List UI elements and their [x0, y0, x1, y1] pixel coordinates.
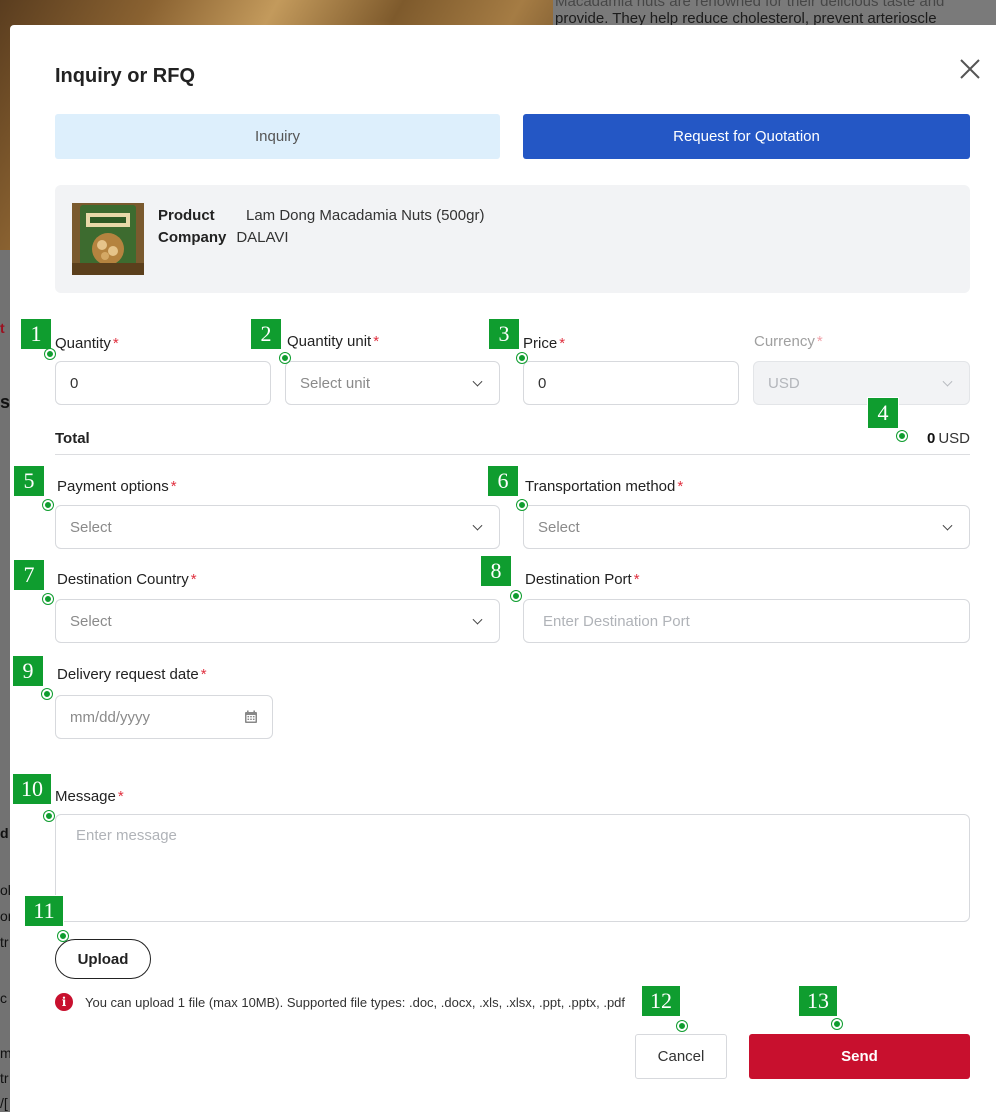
annotation-dot — [42, 689, 52, 699]
chevron-down-icon — [472, 520, 483, 531]
upload-button[interactable]: Upload — [55, 939, 151, 979]
annotation-dot — [43, 594, 53, 604]
quantity-input[interactable]: 0 — [55, 361, 271, 405]
annotation-dot — [511, 591, 521, 601]
product-thumbnail — [72, 203, 144, 275]
payment-options-label: Payment options * — [57, 478, 177, 495]
annotation-marker: 4 — [867, 397, 899, 429]
send-button[interactable]: Send — [749, 1034, 970, 1079]
cancel-button[interactable]: Cancel — [635, 1034, 727, 1079]
transportation-method-select[interactable]: Select — [523, 505, 970, 549]
destination-port-label: Destination Port * — [525, 571, 640, 588]
annotation-dot — [677, 1021, 687, 1031]
chevron-down-icon — [472, 376, 483, 387]
quantity-label: Quantity * — [55, 335, 119, 352]
annotation-marker: 6 — [487, 465, 519, 497]
annotation-dot — [44, 811, 54, 821]
company-key: Company — [158, 229, 227, 246]
delivery-date-label: Delivery request date * — [57, 666, 207, 683]
upload-hint-text: You can upload 1 file (max 10MB). Suppor… — [85, 994, 626, 1010]
currency-label: Currency * — [754, 333, 823, 350]
annotation-dot — [517, 500, 527, 510]
annotation-marker: 3 — [488, 318, 520, 350]
tab-request-for-quotation[interactable]: Request for Quotation — [523, 114, 970, 159]
product-key: Product — [158, 207, 215, 224]
annotation-marker: 1 — [20, 318, 52, 350]
annotation-dot — [832, 1019, 842, 1029]
product-info: Product Lam Dong Macadamia Nuts (500gr) … — [158, 205, 484, 249]
annotation-dot — [517, 353, 527, 363]
close-icon — [960, 59, 980, 79]
chevron-down-icon — [472, 614, 483, 625]
destination-country-select[interactable]: Select — [55, 599, 500, 643]
transportation-method-label: Transportation method * — [525, 478, 684, 495]
info-icon: i — [55, 993, 73, 1011]
message-textarea[interactable]: Enter message — [55, 814, 970, 922]
annotation-marker: 10 — [12, 773, 52, 805]
delivery-date-input[interactable]: mm/dd/yyyy — [55, 695, 273, 739]
annotation-dot — [43, 500, 53, 510]
destination-port-input[interactable]: Enter Destination Port — [523, 599, 970, 643]
divider — [55, 454, 970, 455]
annotation-marker: 2 — [250, 318, 282, 350]
annotation-marker: 8 — [480, 555, 512, 587]
modal-title: Inquiry or RFQ — [55, 65, 195, 87]
calendar-icon[interactable] — [244, 710, 258, 724]
annotation-dot — [897, 431, 907, 441]
annotation-dot — [58, 931, 68, 941]
annotation-marker: 7 — [13, 559, 45, 591]
annotation-marker: 9 — [12, 655, 44, 687]
annotation-dot — [45, 349, 55, 359]
message-label: Message * — [55, 788, 124, 805]
destination-country-label: Destination Country * — [57, 571, 197, 588]
company-name: DALAVI — [236, 229, 289, 246]
annotation-marker: 13 — [798, 985, 838, 1017]
chevron-down-icon — [942, 376, 953, 387]
product-name: Lam Dong Macadamia Nuts (500gr) — [246, 207, 485, 224]
tab-inquiry[interactable]: Inquiry — [55, 114, 500, 159]
upload-hint: i You can upload 1 file (max 10MB). Supp… — [55, 993, 625, 1011]
quantity-unit-select[interactable]: Select unit — [285, 361, 500, 405]
annotation-marker: 11 — [24, 895, 64, 927]
currency-select[interactable]: USD — [753, 361, 970, 405]
background-description: Macadamia nuts are renowned for their de… — [553, 0, 996, 28]
total-label: Total — [55, 430, 90, 447]
product-summary: Product Lam Dong Macadamia Nuts (500gr) … — [55, 185, 970, 293]
annotation-marker: 12 — [641, 985, 681, 1017]
annotation-marker: 5 — [13, 465, 45, 497]
payment-options-select[interactable]: Select — [55, 505, 500, 549]
price-label: Price * — [523, 335, 566, 352]
quantity-unit-label: Quantity unit * — [287, 333, 380, 350]
total-value: 0 USD — [926, 430, 970, 447]
annotation-dot — [280, 353, 290, 363]
close-button[interactable] — [958, 57, 982, 81]
chevron-down-icon — [942, 520, 953, 531]
price-input[interactable]: 0 — [523, 361, 739, 405]
